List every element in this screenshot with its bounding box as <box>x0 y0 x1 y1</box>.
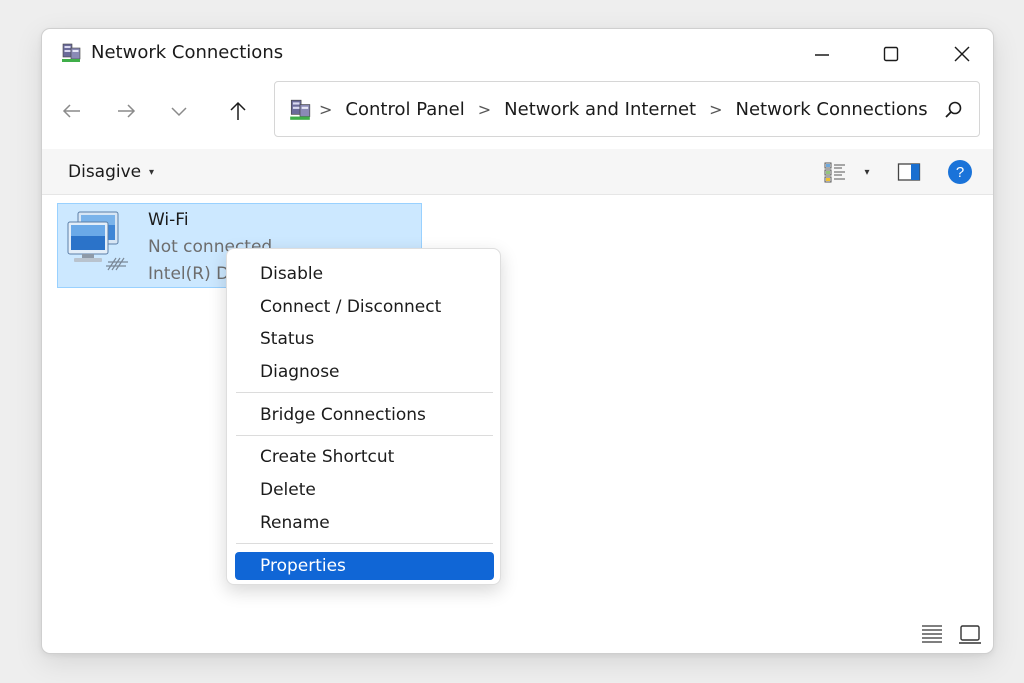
menu-item-delete[interactable]: Delete <box>235 476 494 504</box>
maximize-button[interactable] <box>869 37 913 71</box>
context-menu: Disable Connect / Disconnect Status Diag… <box>226 248 501 585</box>
maximize-icon <box>883 46 899 62</box>
change-view-icon <box>824 162 845 183</box>
menu-item-bridge-connections[interactable]: Bridge Connections <box>235 401 494 429</box>
window-title: Network Connections <box>91 42 284 63</box>
menu-separator <box>236 543 493 544</box>
arrow-left-icon <box>62 104 80 118</box>
breadcrumb-separator: > <box>477 100 492 119</box>
breadcrumb-separator: > <box>319 100 333 119</box>
arrow-right-icon <box>118 104 136 118</box>
breadcrumb-network-and-internet[interactable]: Network and Internet <box>504 99 696 120</box>
connections-list: Wi-Fi Not connected Intel(R) D <box>42 195 993 653</box>
view-options-caret-icon[interactable]: ▾ <box>854 159 880 185</box>
help-button[interactable]: ? <box>947 159 973 185</box>
close-button[interactable] <box>940 37 984 71</box>
up-button[interactable] <box>222 95 254 127</box>
network-connections-icon <box>62 43 81 62</box>
title-bar: Network Connections <box>42 29 993 79</box>
menu-separator <box>236 392 493 393</box>
preview-pane-button[interactable] <box>896 159 922 185</box>
help-icon: ? <box>948 160 972 184</box>
breadcrumb-network-connections[interactable]: Network Connections <box>736 99 928 120</box>
menu-item-status[interactable]: Status <box>235 325 494 353</box>
minimize-icon <box>815 54 829 56</box>
command-bar: Disagive ▾ ▾ ? <box>42 149 993 195</box>
breadcrumb-separator: > <box>709 100 723 119</box>
forward-button[interactable] <box>110 95 142 127</box>
breadcrumb: > Control Panel > Network and Internet >… <box>319 99 928 120</box>
menu-item-rename[interactable]: Rename <box>235 509 494 537</box>
menu-item-disable[interactable]: Disable <box>235 260 494 288</box>
change-view-button[interactable] <box>822 159 848 185</box>
menu-item-properties[interactable]: Properties <box>235 552 494 580</box>
network-connections-icon <box>290 99 311 120</box>
back-button[interactable] <box>56 95 88 127</box>
menu-item-diagnose[interactable]: Diagnose <box>235 358 494 386</box>
close-icon <box>954 46 970 62</box>
menu-separator <box>236 435 493 436</box>
organize-caret-icon[interactable]: ▾ <box>149 167 154 178</box>
breadcrumb-control-panel[interactable]: Control Panel <box>345 99 464 120</box>
navigation-row: > Control Panel > Network and Internet >… <box>42 81 993 139</box>
help-glyph: ? <box>956 164 964 181</box>
network-connections-window: Network Connections > Control Panel > Ne… <box>41 28 994 654</box>
arrow-up-icon <box>230 101 246 120</box>
large-icons-view-icon[interactable] <box>958 623 982 645</box>
minimize-button[interactable] <box>800 37 844 71</box>
preview-pane-icon <box>897 163 921 181</box>
search-icon[interactable] <box>943 99 965 121</box>
wifi-adapter-icon <box>67 211 128 271</box>
details-view-icon[interactable] <box>920 623 944 645</box>
address-bar[interactable]: > Control Panel > Network and Internet >… <box>274 81 980 137</box>
recent-locations-button[interactable] <box>163 95 195 127</box>
chevron-down-icon <box>171 107 187 117</box>
menu-item-create-shortcut[interactable]: Create Shortcut <box>235 443 494 471</box>
connection-name: Wi-Fi <box>148 210 189 230</box>
menu-item-connect-disconnect[interactable]: Connect / Disconnect <box>235 293 494 321</box>
organize-menu-button[interactable]: Disagive <box>68 162 141 182</box>
